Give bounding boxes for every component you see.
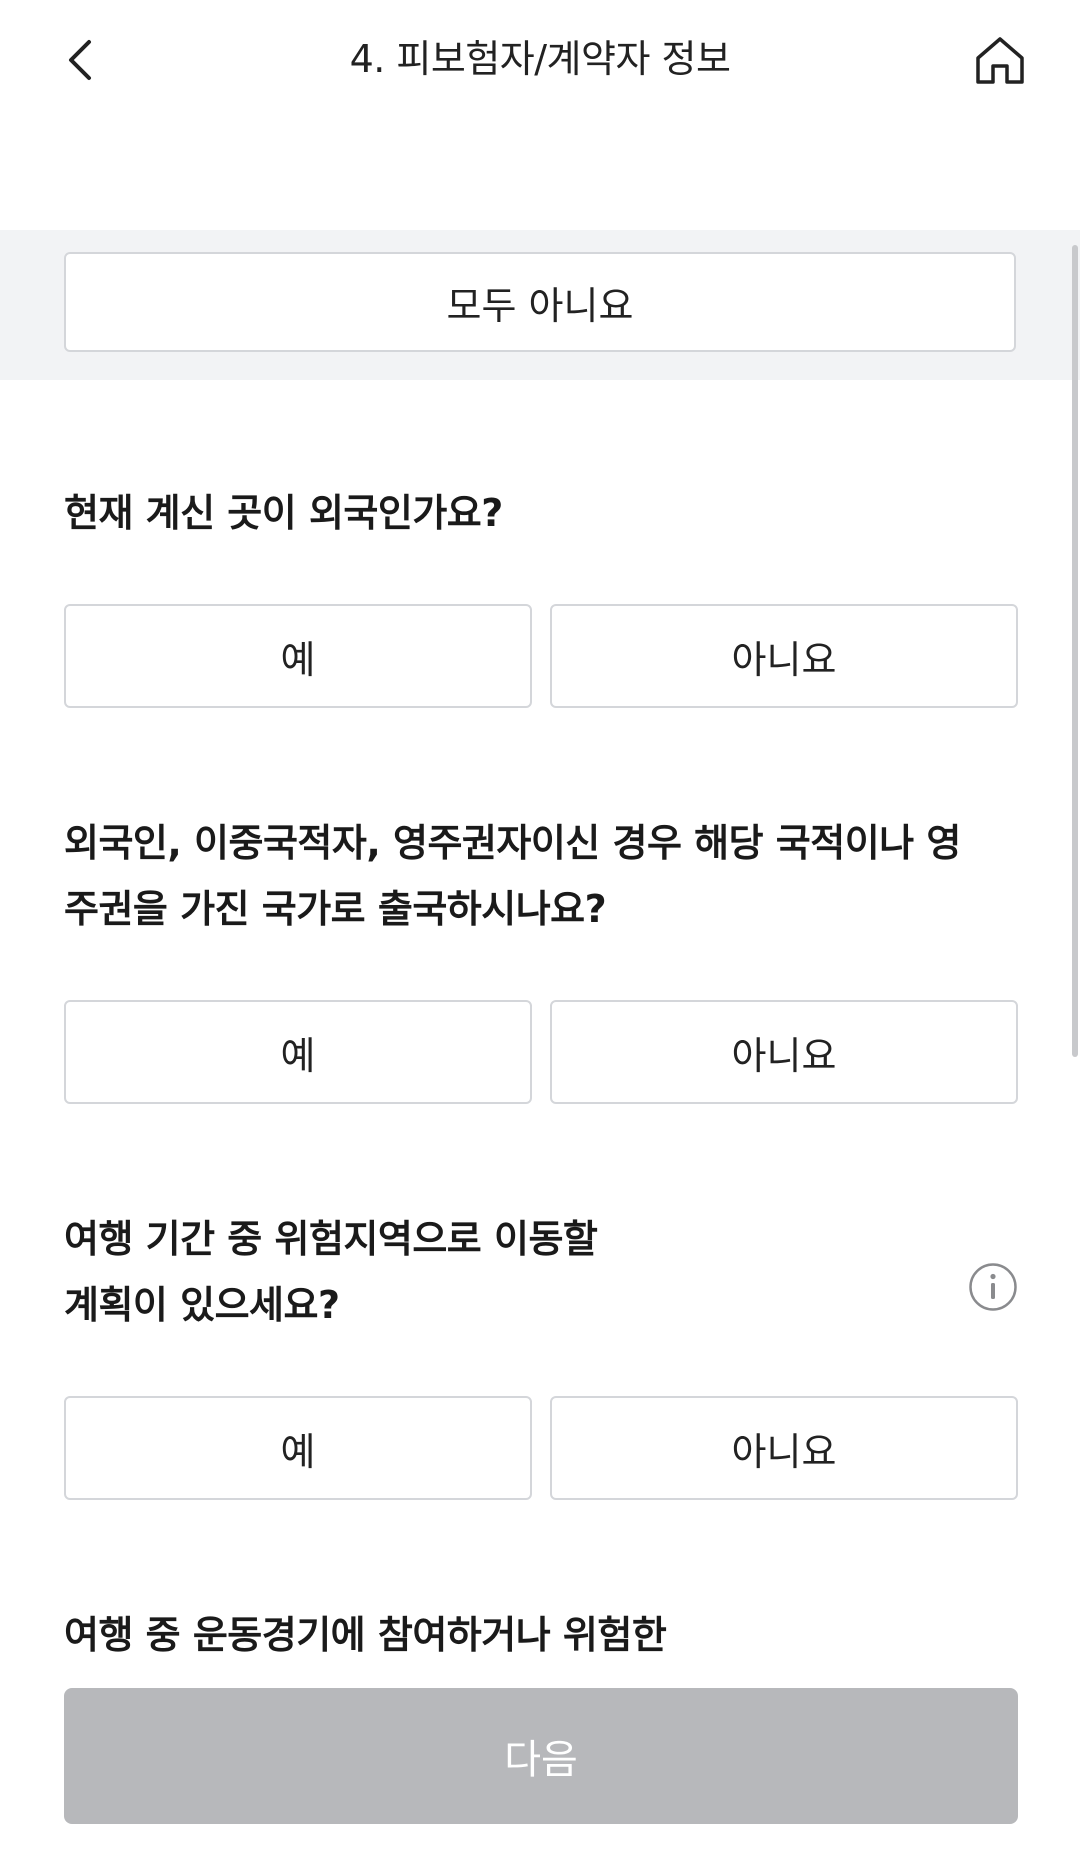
- header: 4. 피보험자/계약자 정보: [0, 0, 1080, 120]
- question-dangerous-area: 여행 기간 중 위험지역으로 이동할 계획이 있으세요?: [64, 1206, 764, 1338]
- question-line: 여행 기간 중 위험지역으로 이동할: [64, 1217, 598, 1261]
- q1-yes-button[interactable]: 예: [64, 604, 532, 708]
- question-foreign-location: 현재 계신 곳이 외국인가요?: [64, 491, 503, 535]
- q3-no-button[interactable]: 아니요: [550, 1396, 1018, 1500]
- scrollbar[interactable]: [1072, 245, 1078, 1057]
- q2-yes-button[interactable]: 예: [64, 1000, 532, 1104]
- all-no-section: 모두 아니요: [0, 230, 1080, 380]
- question-line: 주권을 가진 국가로 출국하시나요?: [64, 887, 607, 931]
- page-title: 4. 피보험자/계약자 정보: [349, 37, 731, 81]
- next-button[interactable]: 다음: [64, 1688, 1018, 1824]
- all-no-button[interactable]: 모두 아니요: [64, 252, 1016, 352]
- question-line: 계획이 있으세요?: [64, 1283, 340, 1327]
- home-button[interactable]: [970, 30, 1030, 90]
- home-icon: [976, 37, 1024, 84]
- q3-yes-button[interactable]: 예: [64, 1396, 532, 1500]
- question-line: 외국인, 이중국적자, 영주권자이신 경우 해당 국적이나 영: [64, 821, 961, 865]
- info-icon[interactable]: [968, 1262, 1018, 1312]
- q1-no-button[interactable]: 아니요: [550, 604, 1018, 708]
- question-nationality-destination: 외국인, 이중국적자, 영주권자이신 경우 해당 국적이나 영 주권을 가진 국…: [64, 810, 1014, 942]
- q2-no-button[interactable]: 아니요: [550, 1000, 1018, 1104]
